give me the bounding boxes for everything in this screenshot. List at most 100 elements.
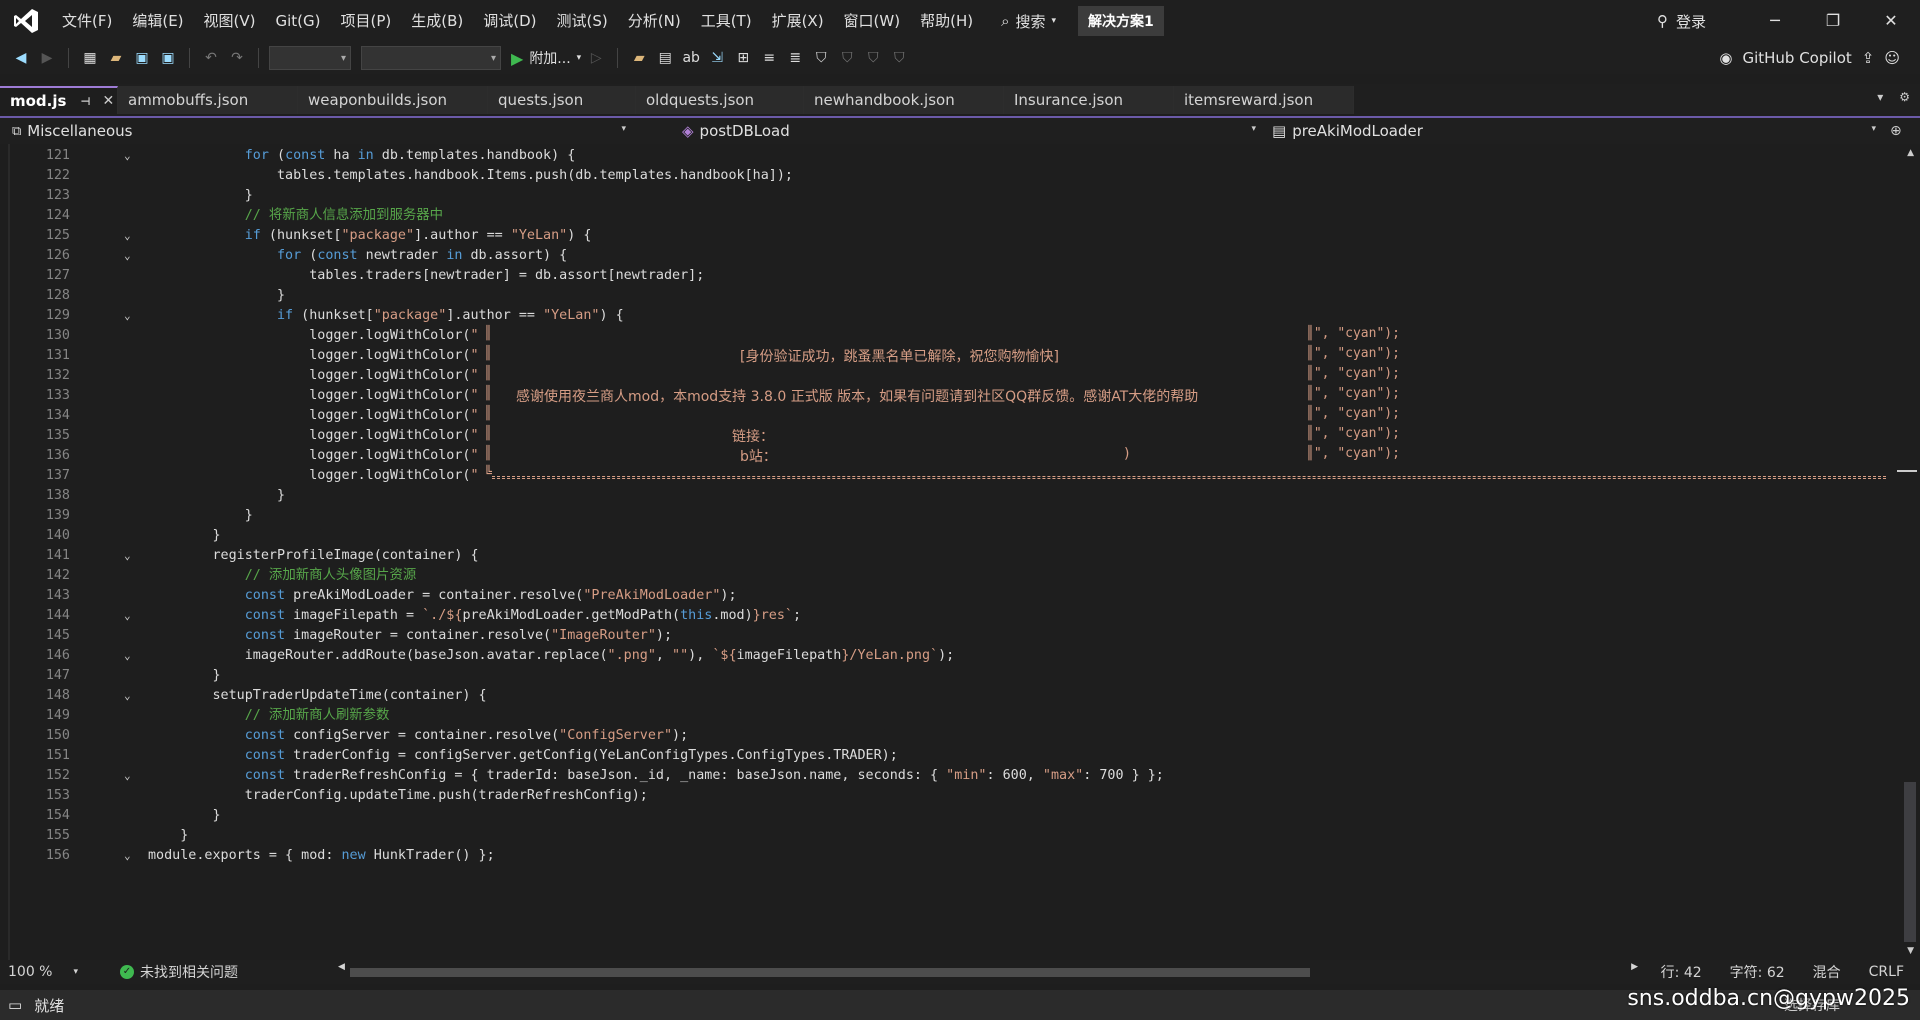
code-line[interactable]: 128 }: [0, 286, 1890, 306]
code-line[interactable]: 141 ⌄ registerProfileImage(container) {: [0, 546, 1890, 566]
fold-chevron-icon[interactable]: ⌄: [124, 306, 131, 326]
issues-indicator[interactable]: ✓ 未找到相关问题: [120, 962, 238, 982]
zoom-select[interactable]: 100 % ▾: [8, 962, 84, 982]
breakpoint-icon[interactable]: ⊞: [732, 47, 754, 69]
settings-icon[interactable]: ⚙: [1899, 90, 1910, 104]
code-line[interactable]: 130 logger.logWithColor(": [0, 326, 1890, 346]
menu-item[interactable]: 调试(D): [473, 0, 546, 42]
code-line[interactable]: 151 const traderConfig = configServer.ge…: [0, 746, 1890, 766]
scroll-right-icon[interactable]: ▶: [1631, 962, 1638, 972]
menu-item[interactable]: Git(G): [266, 0, 331, 42]
attach-button[interactable]: ▶ 附加... ▾: [511, 48, 581, 68]
fold-chevron-icon[interactable]: ⌄: [124, 546, 131, 566]
configuration-select[interactable]: ▾: [269, 46, 351, 70]
menu-item[interactable]: 视图(V): [194, 0, 266, 42]
code-line[interactable]: 142 // 添加新商人头像图片资源: [0, 566, 1890, 586]
code-line[interactable]: 148 ⌄ setupTraderUpdateTime(container) {: [0, 686, 1890, 706]
menu-item[interactable]: 编辑(E): [122, 0, 193, 42]
menu-item[interactable]: 窗口(W): [834, 0, 911, 42]
tab-mod-js[interactable]: mod.js ⊣ ✕: [0, 86, 118, 114]
code-editor[interactable]: 121 ⌄ for (const ha in db.templates.handb…: [0, 144, 1920, 960]
new-project-icon[interactable]: ▦: [79, 47, 101, 69]
code-line[interactable]: 136 logger.logWithColor(": [0, 446, 1890, 466]
spellcheck-icon[interactable]: ab: [680, 47, 702, 69]
bookmark-icon[interactable]: ⛉: [810, 47, 832, 69]
tab-ammobuffs-json[interactable]: ammobuffs.json: [118, 86, 298, 114]
code-line[interactable]: 152 ⌄ const traderRefreshConfig = { trade…: [0, 766, 1890, 786]
step-icon[interactable]: ⇲: [706, 47, 728, 69]
code-line[interactable]: 147 }: [0, 666, 1890, 686]
folder-icon[interactable]: ▰: [628, 47, 650, 69]
browser-icon[interactable]: ▤: [654, 47, 676, 69]
fold-chevron-icon[interactable]: ⌄: [124, 606, 131, 626]
fold-chevron-icon[interactable]: ⌄: [124, 246, 131, 266]
fold-chevron-icon[interactable]: ⌄: [124, 146, 131, 166]
fold-chevron-icon[interactable]: ⌄: [124, 846, 131, 866]
menu-item[interactable]: 扩展(X): [762, 0, 834, 42]
horizontal-scrollbar[interactable]: ◀ ▶: [338, 962, 1638, 978]
save-icon[interactable]: ▣: [131, 47, 153, 69]
vertical-scrollbar[interactable]: ▲ ▼: [1897, 144, 1920, 960]
indent-mode[interactable]: 混合: [1813, 962, 1841, 982]
split-icon[interactable]: ⊕: [1890, 123, 1902, 139]
tab-newhandbook-json[interactable]: newhandbook.json: [804, 86, 1004, 114]
save-all-icon[interactable]: ▣: [157, 47, 179, 69]
open-folder-icon[interactable]: ▰: [105, 47, 127, 69]
code-line[interactable]: 135 logger.logWithColor(": [0, 426, 1890, 446]
code-line[interactable]: 144 ⌄ const imageFilepath = `./${preAkiMo…: [0, 606, 1890, 626]
vertical-scroll-thumb[interactable]: [1904, 782, 1916, 942]
scroll-up-icon[interactable]: ▲: [1907, 148, 1914, 158]
code-line[interactable]: 121 ⌄ for (const ha in db.templates.handb…: [0, 146, 1890, 166]
menu-item[interactable]: 分析(N): [618, 0, 691, 42]
close-icon[interactable]: ✕: [103, 93, 115, 109]
solution-name[interactable]: 解决方案1: [1078, 6, 1164, 36]
fold-chevron-icon[interactable]: ⌄: [124, 646, 131, 666]
copilot-button[interactable]: ◉ GitHub Copilot ⇪ ☺: [1719, 42, 1900, 74]
feedback-icon[interactable]: ☺: [1884, 49, 1900, 67]
line-ending[interactable]: CRLF: [1869, 964, 1904, 980]
menu-item[interactable]: 帮助(H): [910, 0, 983, 42]
fold-chevron-icon[interactable]: ⌄: [124, 766, 131, 786]
platform-select[interactable]: ▾: [361, 46, 501, 70]
pin-icon[interactable]: ⊣: [80, 95, 90, 108]
menu-item[interactable]: 文件(F): [52, 0, 122, 42]
start-without-debug-icon[interactable]: ▷: [585, 47, 607, 69]
char-number[interactable]: 字符: 62: [1730, 962, 1785, 982]
code-line[interactable]: 140 }: [0, 526, 1890, 546]
tab-itemsreward-json[interactable]: itemsreward.json: [1174, 86, 1354, 114]
search-button[interactable]: ⌕ 搜索 ▾: [1001, 11, 1056, 32]
back-icon[interactable]: ◀: [10, 47, 32, 69]
code-line[interactable]: 150 const configServer = container.resol…: [0, 726, 1890, 746]
menu-item[interactable]: 工具(T): [691, 0, 762, 42]
undo-icon[interactable]: ↶: [200, 47, 222, 69]
close-button[interactable]: ✕: [1862, 0, 1920, 42]
code-line[interactable]: 132 logger.logWithColor(": [0, 366, 1890, 386]
redo-icon[interactable]: ↷: [226, 47, 248, 69]
project-select[interactable]: ⧉ Miscellaneous ▾: [0, 118, 632, 144]
tab-list-icon[interactable]: ▾: [1877, 90, 1883, 104]
code-line[interactable]: 126 ⌄ for (const newtrader in db.assort) …: [0, 246, 1890, 266]
horizontal-scroll-thumb[interactable]: [350, 968, 1310, 977]
code-line[interactable]: 122 tables.templates.handbook.Items.push…: [0, 166, 1890, 186]
scroll-left-icon[interactable]: ◀: [338, 962, 345, 972]
menu-item[interactable]: 测试(S): [547, 0, 618, 42]
fold-chevron-icon[interactable]: ⌄: [124, 686, 131, 706]
bookmark-next-icon[interactable]: ⛉: [862, 47, 884, 69]
bookmark-clear-icon[interactable]: ⛉: [888, 47, 910, 69]
tab-insurance-json[interactable]: Insurance.json: [1004, 86, 1174, 114]
code-line[interactable]: 149 // 添加新商人刷新参数: [0, 706, 1890, 726]
login-button[interactable]: ⚲ 登录: [1657, 11, 1706, 32]
code-line[interactable]: 153 traderConfig.updateTime.push(traderR…: [0, 786, 1890, 806]
code-line[interactable]: 145 const imageRouter = container.resolv…: [0, 626, 1890, 646]
bookmark-prev-icon[interactable]: ⛉: [836, 47, 858, 69]
minimize-button[interactable]: ─: [1746, 0, 1804, 42]
code-line[interactable]: 125 ⌄ if (hunkset["package"].author == "Y…: [0, 226, 1890, 246]
tab-oldquests-json[interactable]: oldquests.json: [636, 86, 804, 114]
scope-select[interactable]: ▤ preAkiModLoader ▾: [1262, 118, 1882, 144]
tab-weaponbuilds-json[interactable]: weaponbuilds.json: [298, 86, 488, 114]
fold-chevron-icon[interactable]: ⌄: [124, 226, 131, 246]
code-line[interactable]: 139 }: [0, 506, 1890, 526]
code-line[interactable]: 143 const preAkiModLoader = container.re…: [0, 586, 1890, 606]
code-line[interactable]: 123 }: [0, 186, 1890, 206]
code-line[interactable]: 155 }: [0, 826, 1890, 846]
